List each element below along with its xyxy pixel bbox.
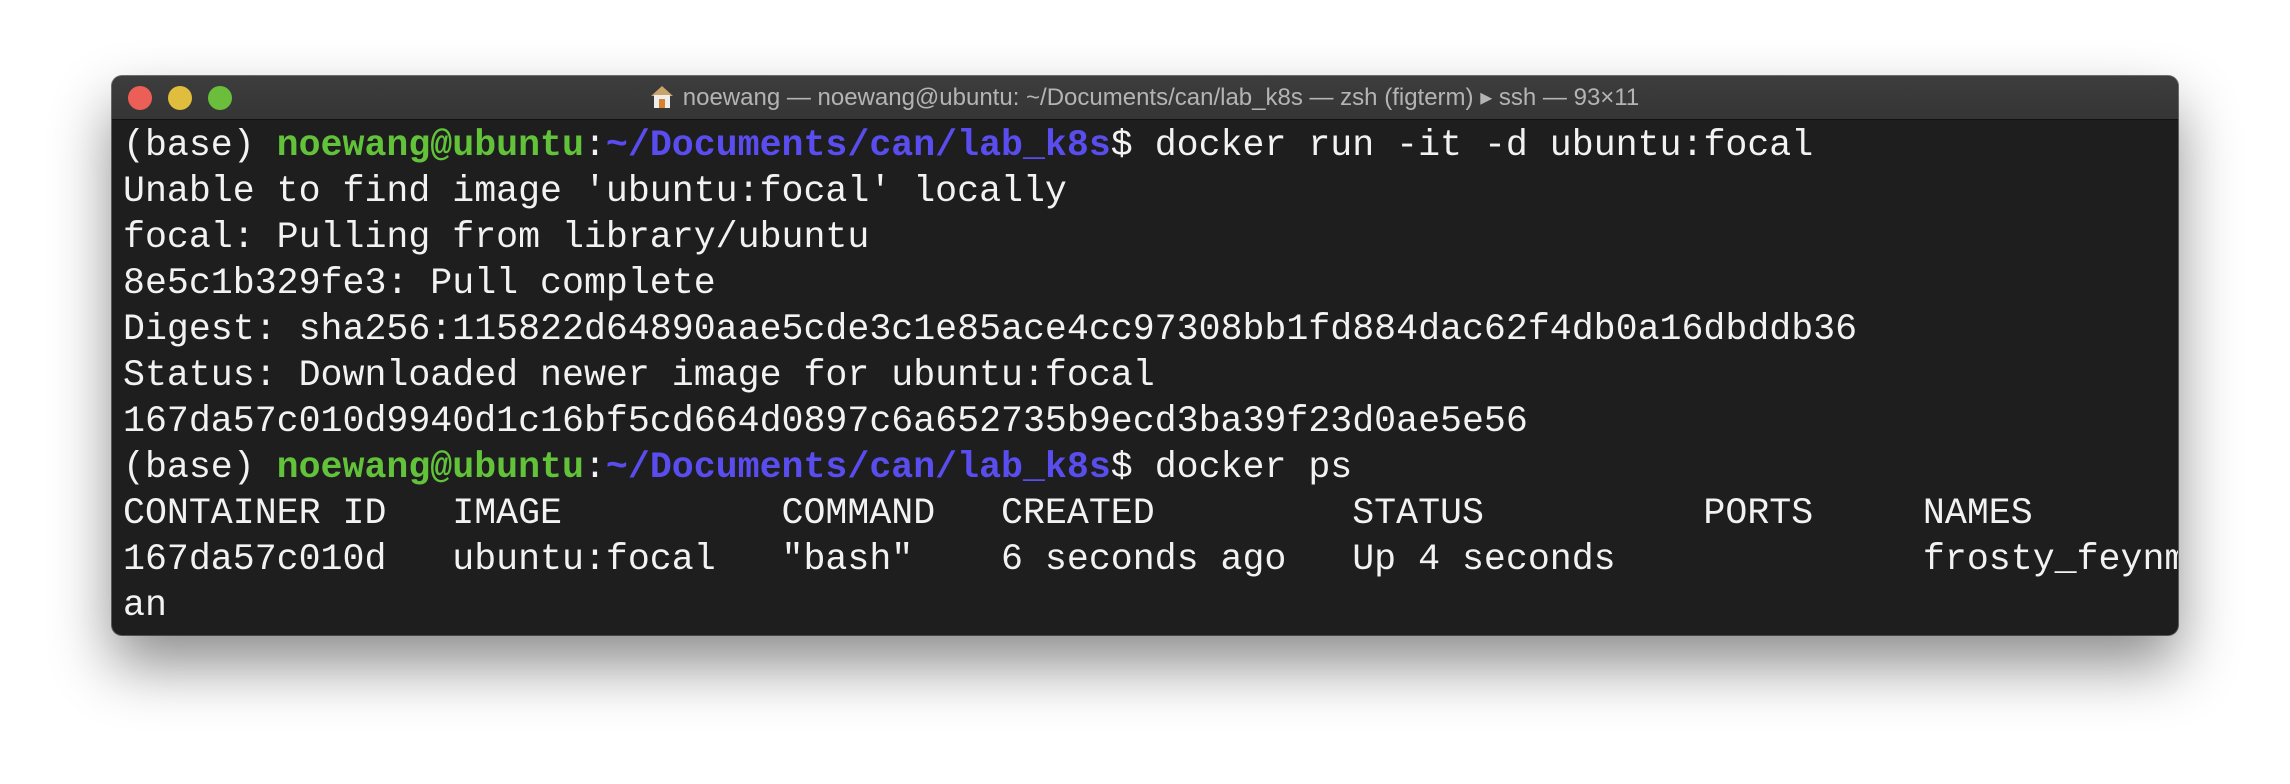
- terminal-text: focal: Pulling from library/ubuntu: [123, 217, 870, 258]
- terminal-text: 8e5c1b329fe3: Pull complete: [123, 263, 716, 304]
- prompt-user-host: noewang@ubuntu: [276, 125, 584, 166]
- terminal-line: (base) noewang@ubuntu:~/Documents/can/la…: [123, 445, 2178, 491]
- terminal-text: an: [123, 585, 167, 626]
- window-title-wrap: noewang — noewang@ubuntu: ~/Documents/ca…: [112, 76, 2178, 119]
- terminal-line: Status: Downloaded newer image for ubunt…: [123, 353, 2178, 399]
- window-title: noewang — noewang@ubuntu: ~/Documents/ca…: [682, 84, 1640, 111]
- terminal-text: Unable to find image 'ubuntu:focal' loca…: [123, 171, 1067, 212]
- terminal-text: (base): [123, 125, 277, 166]
- prompt-path: ~/Documents/can/lab_k8s: [605, 447, 1111, 488]
- terminal-text: $ docker ps: [1110, 447, 1353, 488]
- terminal-line: 167da57c010d9940d1c16bf5cd664d0897c6a652…: [123, 399, 2178, 445]
- terminal-line: Digest: sha256:115822d64890aae5cde3c1e85…: [123, 307, 2178, 353]
- terminal-line: 167da57c010d ubuntu:focal "bash" 6 secon…: [123, 537, 2178, 583]
- terminal-text: :: [583, 447, 606, 488]
- terminal-text: 167da57c010d9940d1c16bf5cd664d0897c6a652…: [123, 401, 1528, 442]
- terminal-text: Status: Downloaded newer image for ubunt…: [123, 355, 1155, 396]
- terminal-line: 8e5c1b329fe3: Pull complete: [123, 261, 2178, 307]
- prompt-path: ~/Documents/can/lab_k8s: [605, 125, 1111, 166]
- home-icon: [650, 86, 673, 108]
- terminal-line: Unable to find image 'ubuntu:focal' loca…: [123, 169, 2178, 215]
- terminal-line: CONTAINER ID IMAGE COMMAND CREATED STATU…: [123, 491, 2178, 537]
- terminal-line: focal: Pulling from library/ubuntu: [123, 215, 2178, 261]
- terminal-text: Digest: sha256:115822d64890aae5cde3c1e85…: [123, 309, 1858, 350]
- terminal-text: 167da57c010d ubuntu:focal "bash" 6 secon…: [123, 539, 2178, 580]
- terminal-text: :: [583, 125, 606, 166]
- terminal-window: noewang — noewang@ubuntu: ~/Documents/ca…: [112, 76, 2178, 635]
- terminal-text: CONTAINER ID IMAGE COMMAND CREATED STATU…: [123, 493, 2033, 534]
- terminal-output[interactable]: (base) noewang@ubuntu:~/Documents/can/la…: [123, 123, 2178, 635]
- terminal-text: (base): [123, 447, 277, 488]
- prompt-user-host: noewang@ubuntu: [276, 447, 584, 488]
- terminal-line: an: [123, 583, 2178, 629]
- title-bar[interactable]: noewang — noewang@ubuntu: ~/Documents/ca…: [112, 76, 2178, 120]
- terminal-line: (base) noewang@ubuntu:~/Documents/can/la…: [123, 123, 2178, 169]
- terminal-text: $ docker run -it -d ubuntu:focal: [1110, 125, 1814, 166]
